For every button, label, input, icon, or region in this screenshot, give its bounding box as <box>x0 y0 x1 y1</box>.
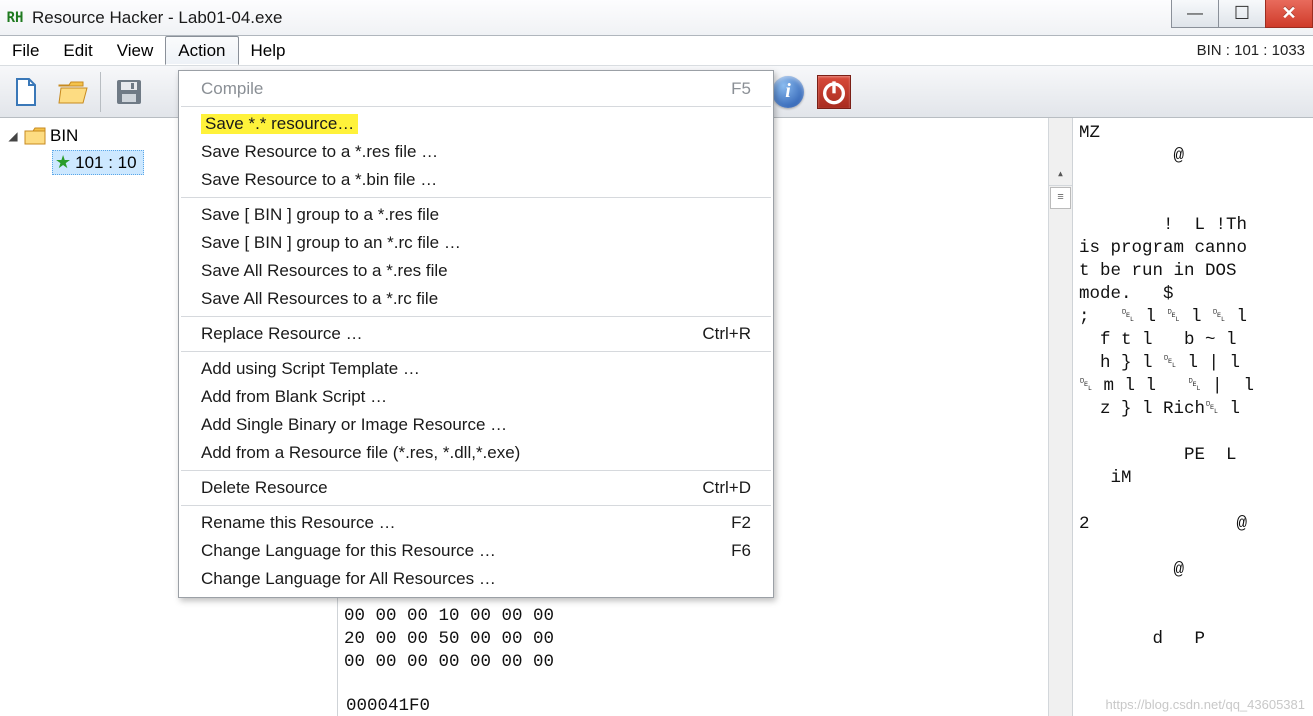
power-button[interactable] <box>812 70 856 114</box>
minimize-button[interactable]: — <box>1171 0 1219 28</box>
menu-item-label: Replace Resource … <box>201 324 363 344</box>
menu-item-label: Change Language for this Resource … <box>201 541 496 561</box>
menu-item-shortcut: F5 <box>691 79 751 99</box>
window-title: Resource Hacker - Lab01-04.exe <box>32 8 282 28</box>
menu-item-shortcut: F6 <box>691 541 751 561</box>
action-menu-item: Compile F5 <box>179 75 773 103</box>
menu-separator <box>181 505 771 506</box>
menu-item-shortcut: Ctrl+D <box>662 478 751 498</box>
titlebar: RH Resource Hacker - Lab01-04.exe — ☐ ✕ <box>0 0 1313 36</box>
menu-file[interactable]: File <box>0 36 51 65</box>
tree-root-label[interactable]: BIN <box>50 126 78 146</box>
new-file-icon <box>10 76 42 108</box>
menu-item-label: Delete Resource <box>201 478 328 498</box>
tree-item-label: 101 : 10 <box>75 153 136 173</box>
menu-separator <box>181 106 771 107</box>
new-button[interactable] <box>4 70 48 114</box>
ascii-view[interactable]: MZ @ ! L !Th is program canno t be run i… <box>1073 118 1313 716</box>
watermark: https://blog.csdn.net/qq_43605381 <box>1106 697 1306 712</box>
menu-item-label: Add from a Resource file (*.res, *.dll,*… <box>201 443 520 463</box>
open-button[interactable] <box>50 70 94 114</box>
menu-action[interactable]: Action <box>165 36 238 65</box>
tree-item-selected[interactable]: ★ 101 : 10 <box>52 150 144 175</box>
app-icon: RH <box>4 7 26 29</box>
menubar: File Edit View Action Help BIN : 101 : 1… <box>0 36 1313 66</box>
menu-item-label: Save *.* resource… <box>201 114 358 134</box>
menu-item-label: Save Resource to a *.res file … <box>201 142 438 162</box>
save-button[interactable] <box>107 70 151 114</box>
action-menu-item[interactable]: Save [ BIN ] group to a *.res file <box>179 201 773 229</box>
offset-label: 000041F0 <box>346 696 430 716</box>
action-menu-item[interactable]: Save Resource to a *.res file … <box>179 138 773 166</box>
menu-item-shortcut: F2 <box>691 513 751 533</box>
hex-scrollbar[interactable]: ▴ ≡ <box>1048 118 1072 716</box>
info-icon: i <box>772 76 804 108</box>
tree-collapse-icon[interactable]: ◢ <box>6 129 20 143</box>
open-folder-icon <box>56 76 88 108</box>
menu-item-label: Save All Resources to a *.rc file <box>201 289 438 309</box>
action-menu-item[interactable]: Add from Blank Script … <box>179 383 773 411</box>
menu-item-label: Rename this Resource … <box>201 513 396 533</box>
action-menu-item[interactable]: Change Language for All Resources … <box>179 565 773 593</box>
power-icon <box>817 75 851 109</box>
close-button[interactable]: ✕ <box>1265 0 1313 28</box>
menu-item-shortcut: Ctrl+R <box>662 324 751 344</box>
menu-item-label: Save [ BIN ] group to an *.rc file … <box>201 233 461 253</box>
save-icon <box>113 76 145 108</box>
menu-item-label: Save Resource to a *.bin file … <box>201 170 437 190</box>
action-menu-item[interactable]: Add using Script Template … <box>179 355 773 383</box>
action-menu-item[interactable]: Delete Resource Ctrl+D <box>179 474 773 502</box>
action-menu-item[interactable]: Save [ BIN ] group to an *.rc file … <box>179 229 773 257</box>
action-menu-item[interactable]: Save *.* resource… <box>179 110 773 138</box>
window-controls: — ☐ ✕ <box>1172 0 1313 36</box>
menu-item-label: Compile <box>201 79 263 99</box>
menu-separator <box>181 316 771 317</box>
toolbar-separator <box>100 72 101 112</box>
action-menu-item[interactable]: Add from a Resource file (*.res, *.dll,*… <box>179 439 773 467</box>
action-menu-item[interactable]: Save Resource to a *.bin file … <box>179 166 773 194</box>
menu-separator <box>181 351 771 352</box>
scroll-thumb[interactable]: ≡ <box>1050 187 1071 209</box>
menu-separator <box>181 470 771 471</box>
menu-item-label: Save All Resources to a *.res file <box>201 261 448 281</box>
menu-edit[interactable]: Edit <box>51 36 104 65</box>
menu-separator <box>181 197 771 198</box>
menu-item-label: Save [ BIN ] group to a *.res file <box>201 205 439 225</box>
action-dropdown: Compile F5 Save *.* resource… Save Resource… <box>178 70 774 598</box>
action-menu-item[interactable]: Change Language for this Resource … F6 <box>179 537 773 565</box>
menu-help[interactable]: Help <box>239 36 298 65</box>
maximize-button[interactable]: ☐ <box>1218 0 1266 28</box>
menu-item-label: Add from Blank Script … <box>201 387 387 407</box>
menu-item-label: Add using Script Template … <box>201 359 420 379</box>
action-menu-item[interactable]: Replace Resource … Ctrl+R <box>179 320 773 348</box>
folder-icon <box>24 126 46 146</box>
action-menu-item[interactable]: Rename this Resource … F2 <box>179 509 773 537</box>
action-menu-item[interactable]: Add Single Binary or Image Resource … <box>179 411 773 439</box>
action-menu-item[interactable]: Save All Resources to a *.rc file <box>179 285 773 313</box>
menu-view[interactable]: View <box>105 36 166 65</box>
status-path: BIN : 101 : 1033 <box>1197 36 1313 65</box>
action-menu-item[interactable]: Save All Resources to a *.res file <box>179 257 773 285</box>
menu-item-label: Change Language for All Resources … <box>201 569 496 589</box>
star-icon: ★ <box>55 152 71 173</box>
menu-item-label: Add Single Binary or Image Resource … <box>201 415 507 435</box>
